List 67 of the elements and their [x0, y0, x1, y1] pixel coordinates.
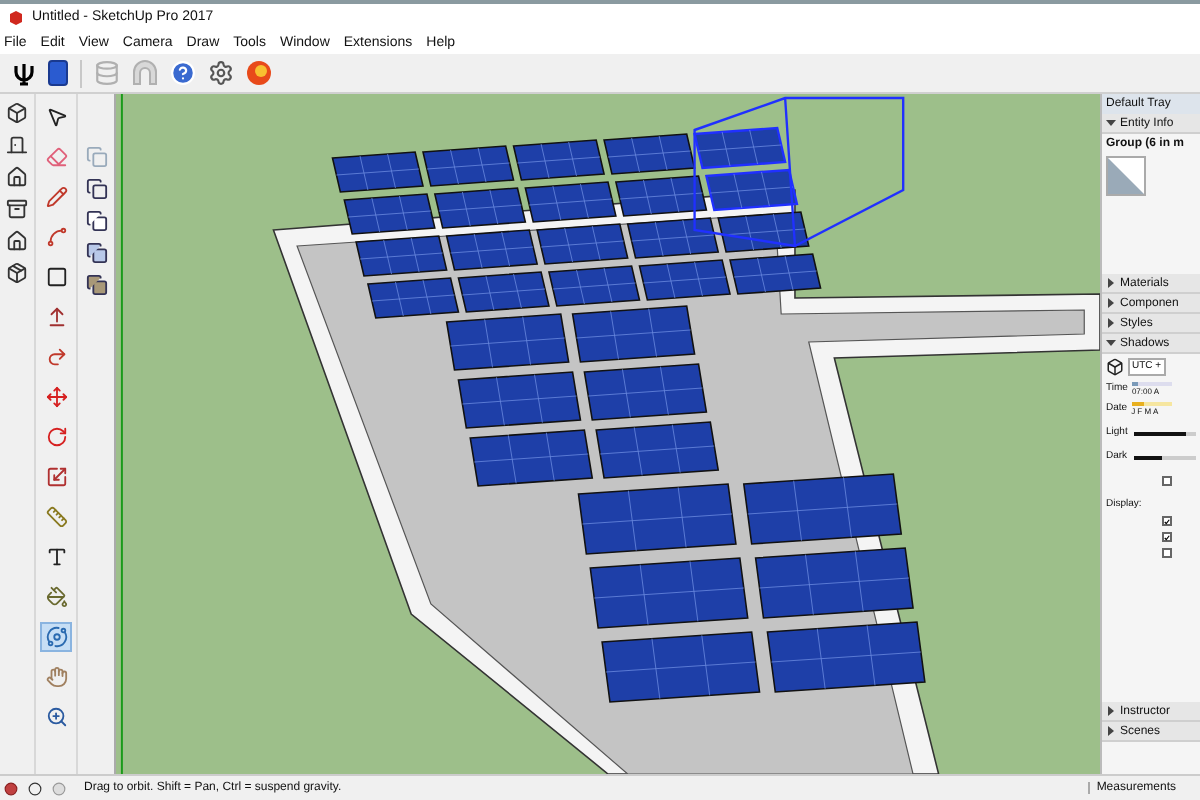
house-icon[interactable] [6, 166, 28, 188]
scale-icon [45, 466, 67, 488]
paint-bucket-icon [45, 586, 67, 608]
style-icon[interactable] [85, 178, 107, 200]
shadow-cube-icon[interactable] [1106, 358, 1124, 376]
solar-panel [457, 271, 550, 313]
package-icon[interactable] [6, 262, 28, 284]
solar-panel [366, 277, 460, 319]
solar-panel [445, 313, 570, 371]
door-icon[interactable] [6, 134, 28, 156]
solar-panel [422, 145, 515, 187]
solar-panel [469, 429, 594, 487]
house-outline-icon[interactable] [6, 230, 28, 252]
zoom-icon [45, 706, 67, 728]
solar-panel [595, 421, 720, 479]
solar-panel [603, 133, 696, 175]
solar-panel [445, 229, 539, 271]
solar-panel [704, 168, 799, 212]
rotate-icon [45, 426, 67, 448]
material-swatch[interactable] [1106, 156, 1146, 196]
box-icon[interactable] [6, 102, 28, 124]
curved-arrow-icon [45, 346, 67, 368]
settings-icon[interactable] [208, 60, 234, 86]
solar-panel [343, 193, 436, 235]
solar-panel [614, 175, 708, 217]
info-icon[interactable] [28, 781, 42, 795]
solar-panel [571, 305, 696, 363]
solar-panel [729, 253, 822, 295]
arrow-pointer-icon [45, 106, 67, 128]
checkbox[interactable] [1162, 516, 1172, 526]
checkbox[interactable] [1162, 532, 1172, 542]
solar-panel [331, 151, 424, 193]
cabinet-icon[interactable] [6, 198, 28, 220]
tape-measure-icon [45, 506, 67, 528]
pencil-icon [45, 186, 67, 208]
geolocation-icon[interactable] [4, 781, 18, 795]
solar-panel [524, 181, 617, 223]
solar-panel [512, 139, 606, 181]
arc-icon [45, 226, 67, 248]
solar-panel [355, 235, 448, 277]
help-icon[interactable] [170, 60, 196, 86]
solar-panel [547, 265, 641, 307]
square-icon [45, 266, 67, 288]
solar-panel [457, 371, 582, 429]
checkbox[interactable] [1162, 476, 1172, 486]
solar-panel [536, 223, 629, 265]
trident-icon[interactable] [12, 61, 36, 85]
style-icon[interactable] [85, 242, 107, 264]
solar-panel [638, 259, 731, 301]
orbit-icon [45, 626, 67, 648]
solar-panel-icon[interactable] [48, 60, 68, 86]
eraser-icon [45, 146, 67, 168]
solar-panel [693, 126, 787, 170]
style-icon[interactable] [85, 210, 107, 232]
solar-panel [717, 211, 810, 253]
solar-panel [433, 187, 527, 229]
app-logo-icon [8, 9, 24, 25]
text-icon [45, 546, 67, 568]
push-pull-icon [45, 306, 67, 328]
hand-icon [45, 666, 67, 688]
solar-panel [626, 217, 720, 259]
style-icon[interactable] [85, 274, 107, 296]
solar-panel [583, 363, 708, 421]
solar-roof-viewport[interactable] [116, 94, 1100, 774]
sphere-icon[interactable] [246, 60, 272, 86]
move-icon [45, 386, 67, 408]
checkbox[interactable] [1162, 548, 1172, 558]
